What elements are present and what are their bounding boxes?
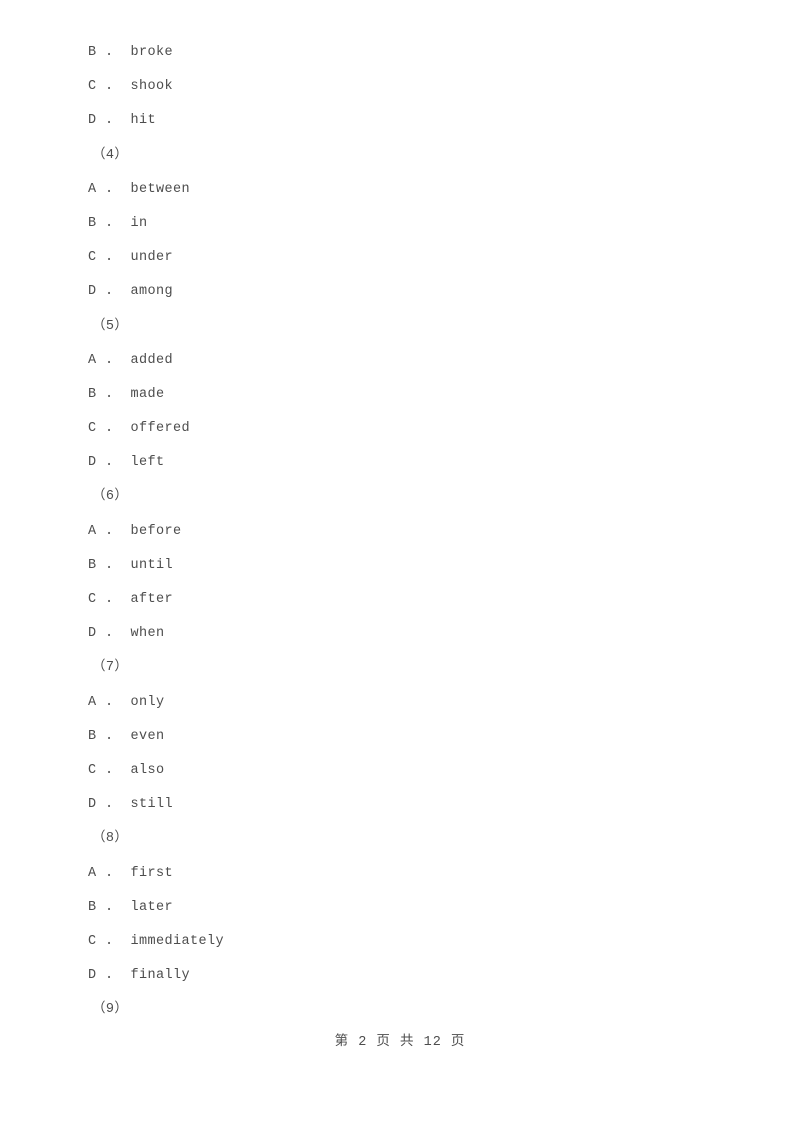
question-number-marker: （7）	[92, 660, 129, 676]
answer-option[interactable]: D . when	[88, 617, 708, 651]
answer-option[interactable]: A . only	[88, 686, 708, 720]
answer-option[interactable]: C . after	[88, 583, 708, 617]
answer-option[interactable]: A . before	[88, 515, 708, 549]
page-footer: 第 2 页 共 12 页	[334, 1035, 466, 1050]
answer-option[interactable]: C . shook	[88, 70, 708, 104]
question-number-marker: （4）	[92, 147, 129, 163]
answer-option[interactable]: B . later	[88, 891, 708, 925]
answer-option[interactable]: D . hit	[88, 104, 708, 138]
answer-option[interactable]: C . offered	[88, 412, 708, 446]
answer-option[interactable]: B . in	[88, 207, 708, 241]
answer-option[interactable]: B . even	[88, 720, 708, 754]
answer-option[interactable]: D . still	[88, 788, 708, 822]
document-page: B . broke C . shook D . hit （4） A . between B…	[0, 0, 800, 1132]
answer-option[interactable]: B . broke	[88, 36, 708, 70]
answer-option[interactable]: D . among	[88, 275, 708, 309]
question-number-marker: （5）	[92, 318, 129, 334]
answer-option[interactable]: D . finally	[88, 959, 708, 993]
answer-option[interactable]: A . first	[88, 857, 708, 891]
question-number-marker: （6）	[92, 489, 129, 505]
question-number-marker: （9）	[92, 1002, 129, 1018]
answer-option[interactable]: A . between	[88, 173, 708, 207]
answer-option[interactable]: B . made	[88, 378, 708, 412]
answer-option[interactable]: C . also	[88, 754, 708, 788]
answer-option[interactable]: D . left	[88, 446, 708, 480]
answer-option[interactable]: C . immediately	[88, 925, 708, 959]
answer-option[interactable]: A . added	[88, 344, 708, 378]
answer-option[interactable]: B . until	[88, 549, 708, 583]
question-number-marker: （8）	[92, 831, 129, 847]
answer-option[interactable]: C . under	[88, 241, 708, 275]
question-options-list: B . broke C . shook D . hit （4） A . between B…	[88, 36, 708, 1027]
